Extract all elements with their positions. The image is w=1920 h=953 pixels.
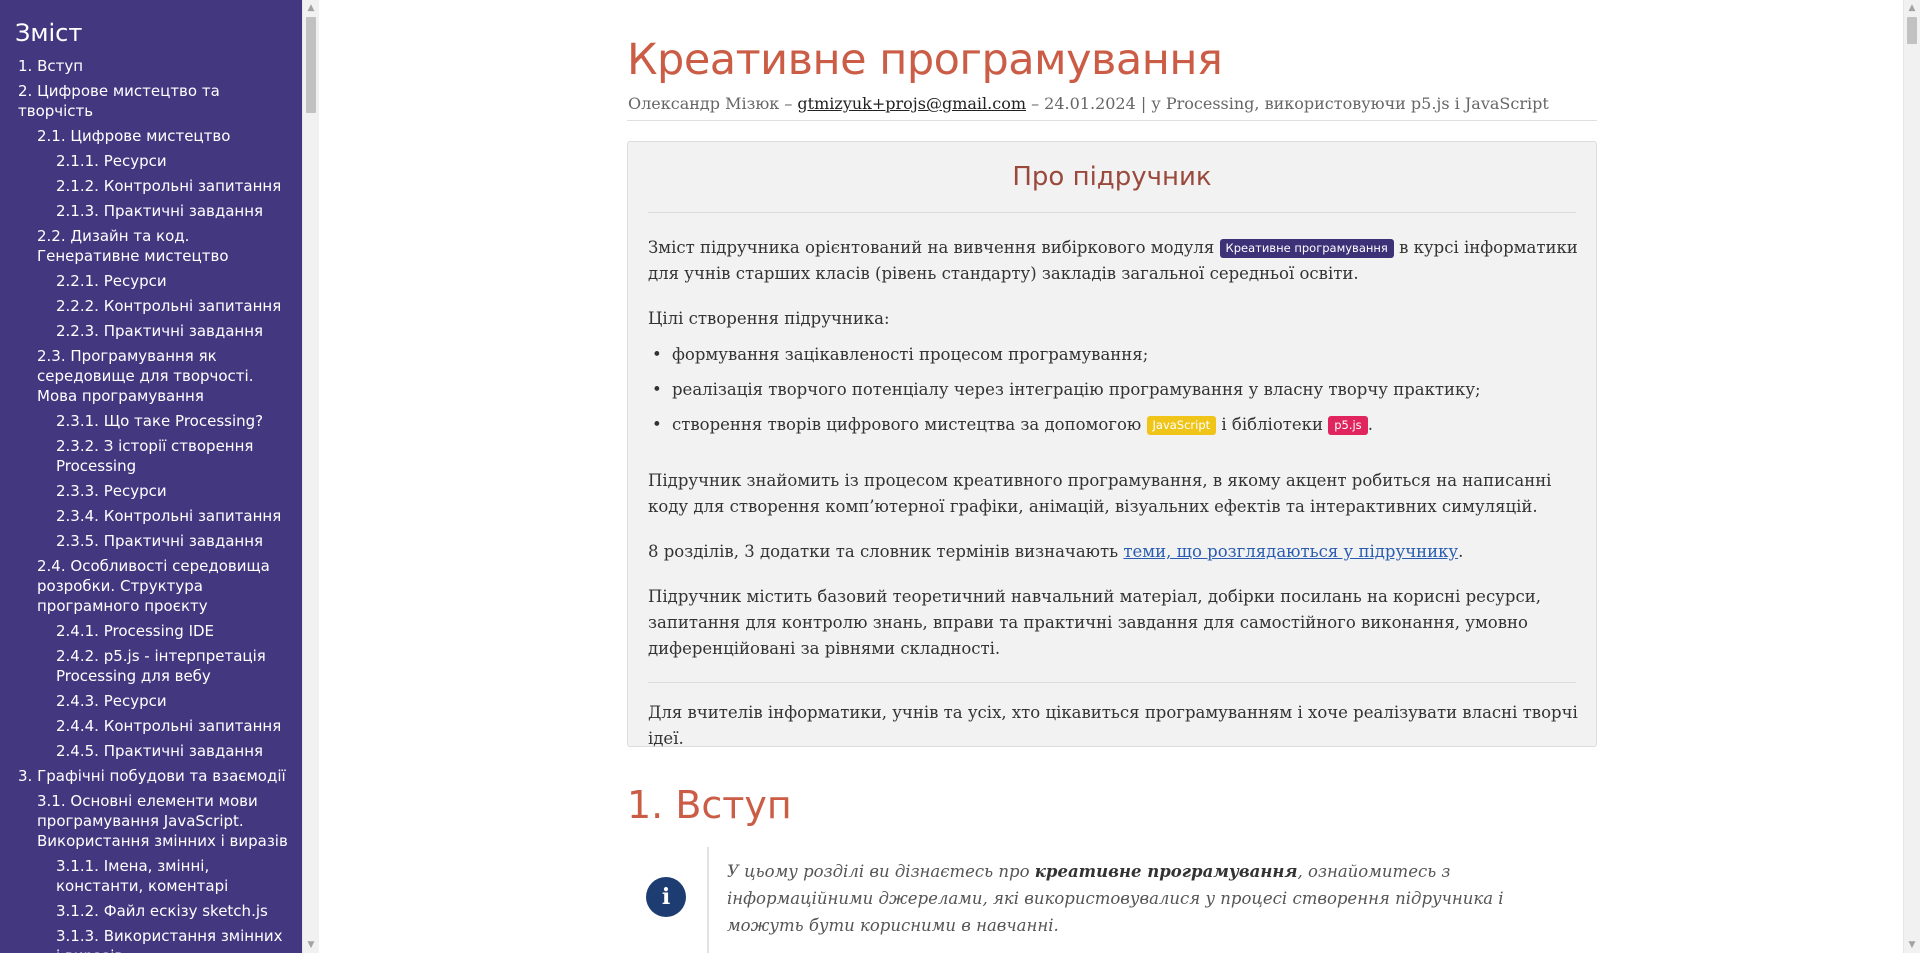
sidebar-scrollbar-thumb[interactable] xyxy=(306,17,316,113)
javascript-tag: JavaScript xyxy=(1146,416,1217,435)
toc-item[interactable]: 2.4.1. Processing IDE xyxy=(0,621,302,641)
topics-link[interactable]: теми, що розглядаються у підручнику xyxy=(1123,542,1458,561)
goals-label: Цілі створення підручника: xyxy=(648,309,890,328)
arrow-up-icon[interactable]: ▲ xyxy=(303,0,319,16)
toc-item[interactable]: 3.1.3. Використання змінних і виразів xyxy=(0,926,302,953)
about-paragraph-3: 8 розділів, 3 додатки та словник терміні… xyxy=(648,539,1578,565)
text: 8 розділів, 3 додатки та словник терміні… xyxy=(648,542,1124,561)
arrow-down-icon[interactable]: ▼ xyxy=(303,937,319,953)
note-border xyxy=(707,847,709,953)
goal-item: формування зацікавленості процесом прогр… xyxy=(652,342,1572,368)
toc-item[interactable]: 2.4.2. p5.js - інтерпретація Processing … xyxy=(0,646,302,686)
divider xyxy=(627,120,1597,121)
page-title: Креативне програмування xyxy=(627,35,1223,85)
toc-item[interactable]: 2.3.3. Ресурси xyxy=(0,481,302,501)
toc-list: 1. Вступ 2. Цифрове мистецтво та творчіст… xyxy=(0,56,302,953)
text: . xyxy=(1458,542,1464,561)
text: Зміст підручника орієнтований на вивченн… xyxy=(648,238,1220,257)
toc-item[interactable]: 2.3.2. З історії створення Processing xyxy=(0,436,302,476)
toc-item[interactable]: 2.4.5. Практичні завдання xyxy=(0,741,302,761)
toc-item[interactable]: 2.2. Дизайн та код. Генеративне мистецтв… xyxy=(0,226,302,266)
about-audience: Для вчителів інформатики, учнів та усіх,… xyxy=(648,703,1578,748)
goal-item: створення творів цифрового мистецтва за … xyxy=(652,412,1572,438)
author-email-link[interactable]: gtmizyuk+projs@gmail.com xyxy=(797,94,1026,113)
divider xyxy=(648,682,1576,683)
about-paragraph-4: Підручник містить базовий теоретичний на… xyxy=(648,587,1541,658)
toc-item[interactable]: 2.1.1. Ресурси xyxy=(0,151,302,171)
page-scrollbar-thumb[interactable] xyxy=(1907,17,1917,44)
toc-item[interactable]: 3. Графічні побудови та взаємодії xyxy=(0,766,302,786)
sidebar-scrollbar[interactable]: ▲ ▼ xyxy=(302,0,319,953)
toc-item[interactable]: 2.2.1. Ресурси xyxy=(0,271,302,291)
toc-item[interactable]: 2.3.1. Що таке Processing? xyxy=(0,411,302,431)
toc-item[interactable]: 2.3.4. Контрольні запитання xyxy=(0,506,302,526)
toc-item[interactable]: 2.1.3. Практичні завдання xyxy=(0,201,302,221)
byline: Олександр Мізюк – gtmizyuk+projs@gmail.c… xyxy=(628,94,1549,113)
book-subtitle: у Processing, використовуючи p5.js і Jav… xyxy=(1151,94,1549,113)
about-panel: Про підручник Зміст підручника орієнтова… xyxy=(627,141,1597,748)
toc-item[interactable]: 3.1. Основні елементи мови програмування… xyxy=(0,791,302,851)
toc-item[interactable]: 2.4.3. Ресурси xyxy=(0,691,302,711)
page-scrollbar[interactable]: ▲ ▼ xyxy=(1903,0,1920,953)
about-paragraph-2: Підручник знайомить із процесом креативн… xyxy=(648,471,1552,516)
goal-item: реалізація творчого потенціалу через інт… xyxy=(652,377,1572,403)
text: і бібліотеки xyxy=(1216,415,1329,434)
toc-item[interactable]: 2.1. Цифрове мистецтво xyxy=(0,126,302,146)
author-name: Олександр Мізюк xyxy=(628,94,780,113)
toc-item[interactable]: 2.4. Особливості середовища розробки. Ст… xyxy=(0,556,302,616)
arrow-up-icon[interactable]: ▲ xyxy=(1904,0,1920,16)
toc-item[interactable]: 1. Вступ xyxy=(0,56,302,76)
toc-item[interactable]: 2.2.2. Контрольні запитання xyxy=(0,296,302,316)
divider xyxy=(648,212,1576,213)
text: . xyxy=(1367,415,1373,434)
p5js-tag: p5.js xyxy=(1328,416,1368,435)
toc-item[interactable]: 2.4.4. Контрольні запитання xyxy=(0,716,302,736)
table-of-contents-sidebar: Зміст 1. Вступ 2. Цифрове мистецтво та тв… xyxy=(0,0,302,953)
toc-item[interactable]: 3.1.1. Імена, змінні, константи, комента… xyxy=(0,856,302,896)
module-tag: Креативне програмування xyxy=(1219,239,1394,258)
byline-separator: | xyxy=(1135,94,1152,113)
toc-item[interactable]: 2. Цифрове мистецтво та творчість xyxy=(0,81,302,121)
toc-item[interactable]: 2.3.5. Практичні завдання xyxy=(0,531,302,551)
byline-separator: – xyxy=(779,94,798,113)
info-icon: i xyxy=(646,877,686,917)
toc-item[interactable]: 2.1.2. Контрольні запитання xyxy=(0,176,302,196)
intro-note: У цьому розділі ви дізнаєтесь про креати… xyxy=(727,858,1567,939)
section-heading-intro: 1. Вступ xyxy=(627,783,792,827)
about-paragraph-1: Зміст підручника орієнтований на вивченн… xyxy=(648,235,1578,287)
toc-item[interactable]: 2.3. Програмування як середовище для тво… xyxy=(0,346,302,406)
emphasis: креативне програмування xyxy=(1034,862,1298,881)
text: У цьому розділі ви дізнаєтесь про xyxy=(727,862,1035,881)
toc-title: Зміст xyxy=(15,19,83,47)
about-title: Про підручник xyxy=(1012,162,1212,192)
byline-separator: – xyxy=(1026,94,1045,113)
toc-item[interactable]: 3.1.2. Файл ескізу sketch.js xyxy=(0,901,302,921)
arrow-down-icon[interactable]: ▼ xyxy=(1904,937,1920,953)
publish-date: 24.01.2024 xyxy=(1044,94,1136,113)
toc-item[interactable]: 2.2.3. Практичні завдання xyxy=(0,321,302,341)
text: створення творів цифрового мистецтва за … xyxy=(672,415,1147,434)
